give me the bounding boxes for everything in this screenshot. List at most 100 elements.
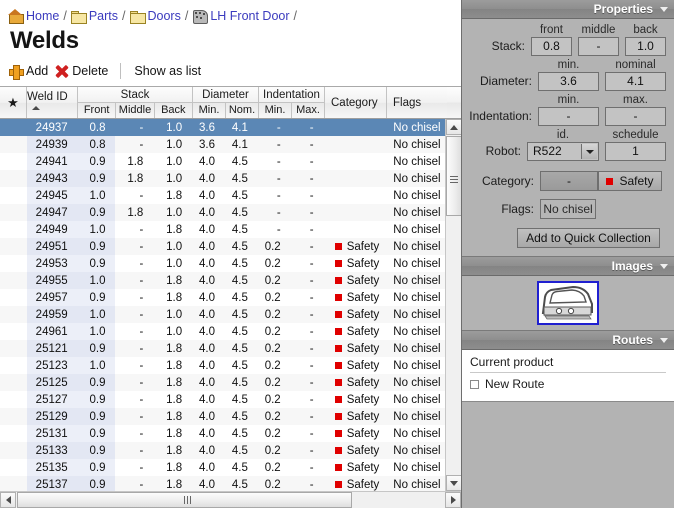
route-item-new-route[interactable]: New Route: [470, 377, 666, 391]
table-row[interactable]: 24957 0.9 - 1.8 4.0 4.5 0.2 - Safety No chisel: [0, 289, 445, 306]
cell-indentation-min: -: [276, 189, 281, 202]
properties-panel-header[interactable]: Properties: [462, 0, 674, 19]
column-header-stack-middle[interactable]: Middle: [116, 103, 155, 118]
table-row[interactable]: 24937 0.8 - 1.0 3.6 4.1 - - No chisel: [0, 119, 445, 136]
column-header-indentation-max[interactable]: Max.: [292, 103, 324, 118]
scroll-down-button[interactable]: [446, 475, 461, 491]
table-row[interactable]: 24961 1.0-1.0 4.0 4.5 0.2- Safety No chisel: [0, 323, 445, 340]
breadcrumb-item-lh-front-door[interactable]: LH Front Door: [192, 9, 290, 24]
diameter-min-field[interactable]: 3.6: [538, 72, 599, 91]
table-header-row: ★ Weld ID Stack Front Middle Back Diamet…: [0, 87, 461, 119]
cell-category: Safety: [324, 459, 386, 476]
table-row[interactable]: 25123 1.0 - 1.8 4.0 4.5 0.2 - Safety No chisel: [0, 357, 445, 374]
column-header-star[interactable]: ★: [0, 87, 27, 118]
horizontal-scrollbar-thumb[interactable]: [17, 492, 352, 508]
delete-button[interactable]: Delete: [55, 61, 115, 81]
cell-stack-back: 1.8: [166, 376, 183, 389]
dropdown-button[interactable]: [581, 144, 597, 159]
diameter-min-caption: min.: [557, 59, 580, 71]
vertical-scrollbar[interactable]: [445, 119, 461, 491]
star-icon: ★: [7, 95, 19, 110]
column-header-diameter[interactable]: Diameter Min. Nom.: [193, 87, 259, 118]
breadcrumb-item-parts[interactable]: Parts: [70, 9, 118, 24]
cell-indentation-max: -: [309, 155, 314, 168]
scroll-right-button[interactable]: [445, 492, 461, 508]
cell-weld-id: 24947: [26, 204, 78, 221]
table-body[interactable]: 24937 0.8-1.0 3.6 4.1- - No chisel 24939 0.8-1.…: [0, 119, 445, 491]
column-header-stack-front[interactable]: Front: [78, 103, 117, 118]
robot-schedule-field[interactable]: 1: [605, 142, 666, 161]
table-row[interactable]: 24951 0.9 - 1.0 4.0 4.5 0.2 - Safety No chisel: [0, 238, 445, 255]
cell-indentation-min: 0.2: [264, 393, 281, 406]
breadcrumb-item-doors[interactable]: Doors: [129, 9, 181, 24]
cell-diameter-min: 4.0: [199, 172, 215, 185]
breadcrumb-item-home[interactable]: Home: [8, 9, 59, 24]
indentation-min-field[interactable]: -: [538, 107, 599, 126]
column-header-stack[interactable]: Stack Front Middle Back: [78, 87, 193, 118]
table-row[interactable]: 24953 0.9 - 1.0 4.0 4.5 0.2 - Safety No chisel: [0, 255, 445, 272]
cell-stack-front: 1.0: [77, 357, 116, 374]
image-thumbnail[interactable]: [537, 281, 599, 325]
column-header-weld-id[interactable]: Weld ID: [27, 87, 78, 118]
images-panel-header[interactable]: Images: [462, 257, 674, 276]
table-row[interactable]: 25129 0.9 - 1.8 4.0 4.5 0.2 - Safety No chisel: [0, 408, 445, 425]
column-header-diameter-min[interactable]: Min.: [193, 103, 226, 118]
table-row[interactable]: 24949 1.0 - 1.8 4.0 4.5 - - No chisel: [0, 221, 445, 238]
table-row[interactable]: 25135 0.9 - 1.8 4.0 4.5 0.2 - Safety No chisel: [0, 459, 445, 476]
cell-star: [0, 408, 27, 425]
toolbar: Add Delete Show as list: [0, 58, 461, 84]
stack-middle-field[interactable]: -: [578, 37, 619, 56]
category-safety-button[interactable]: Safety: [598, 171, 662, 191]
table-row[interactable]: 24941 0.9 1.8 1.0 4.0 4.5 - - No chisel: [0, 153, 445, 170]
column-header-diameter-nom[interactable]: Nom.: [226, 103, 258, 118]
diameter-nominal-field[interactable]: 4.1: [605, 72, 666, 91]
cell-diameter-nom: 4.5: [231, 172, 248, 185]
flags-no-chisel-chip[interactable]: No chisel: [540, 199, 596, 219]
table-row[interactable]: 25127 0.9 - 1.8 4.0 4.5 0.2 - Safety No chisel: [0, 391, 445, 408]
indentation-min-caption: min.: [557, 94, 580, 106]
cell-diameter-min: 4.0: [199, 410, 215, 423]
table-row[interactable]: 24959 1.0-1.0 4.0 4.5 0.2- Safety No chisel: [0, 306, 445, 323]
vertical-scrollbar-thumb[interactable]: [446, 136, 461, 216]
table-row[interactable]: 24945 1.0 - 1.8 4.0 4.5 - - No chisel: [0, 187, 445, 204]
indentation-max-field[interactable]: -: [605, 107, 666, 126]
table-row[interactable]: 25125 0.9 - 1.8 4.0 4.5 0.2 - Safety No chisel: [0, 374, 445, 391]
cell-flags: No chisel: [393, 257, 441, 270]
table-row[interactable]: 24947 0.9 1.8 1.0 4.0 4.5 - - No chisel: [0, 204, 445, 221]
show-as-list-button[interactable]: Show as list: [130, 61, 208, 81]
category-none-button[interactable]: -: [540, 171, 598, 191]
column-header-indentation-min[interactable]: Min.: [259, 103, 292, 118]
category-color-swatch: [334, 243, 342, 250]
horizontal-scrollbar[interactable]: [0, 491, 461, 508]
column-header-category[interactable]: Category: [325, 87, 387, 118]
column-header-flags[interactable]: Flags: [387, 87, 447, 118]
table-row[interactable]: 25133 0.9 - 1.8 4.0 4.5 0.2 - Safety No chisel: [0, 442, 445, 459]
scroll-up-button[interactable]: [446, 119, 461, 135]
add-to-quick-collection-button[interactable]: Add to Quick Collection: [517, 228, 660, 248]
scroll-left-button[interactable]: [0, 492, 16, 508]
table-row[interactable]: 24943 0.9 1.8 1.0 4.0 4.5 - - No chisel: [0, 170, 445, 187]
column-label: Weld ID: [27, 90, 68, 103]
cell-category: Safety: [324, 323, 386, 340]
column-header-stack-back[interactable]: Back: [155, 103, 192, 118]
cell-diameter-min: 4.0: [199, 206, 215, 219]
cell-category: Safety: [324, 425, 386, 442]
table-row[interactable]: 25131 0.9 - 1.8 4.0 4.5 0.2 - Safety No chisel: [0, 425, 445, 442]
add-button[interactable]: Add: [9, 61, 55, 81]
column-header-indentation[interactable]: Indentation Min. Max.: [259, 87, 325, 118]
stack-back-field[interactable]: 1.0: [625, 37, 666, 56]
table-row[interactable]: 25121 0.9 - 1.8 4.0 4.5 0.2 - Safety No chisel: [0, 340, 445, 357]
routes-panel-header[interactable]: Routes: [462, 331, 674, 350]
category-label: Safety: [346, 478, 380, 491]
diameter-nominal-caption: nominal: [615, 59, 656, 71]
cell-indentation-min: 0.2: [264, 478, 281, 491]
cell-stack-back: 1.8: [166, 410, 183, 423]
stack-front-field[interactable]: 0.8: [531, 37, 572, 56]
cell-flags: No chisel: [393, 478, 441, 491]
checkbox-icon[interactable]: [470, 379, 479, 389]
table-row[interactable]: 25137 0.9 - 1.8 4.0 4.5 0.2 - Safety No chisel: [0, 476, 445, 491]
cell-indentation-min: 0.2: [264, 308, 281, 321]
robot-id-dropdown[interactable]: R522: [527, 142, 599, 161]
table-row[interactable]: 24939 0.8 - 1.0 3.6 4.1 - - No chisel: [0, 136, 445, 153]
table-row[interactable]: 24955 1.0 - 1.8 4.0 4.5 0.2 - Safety No chisel: [0, 272, 445, 289]
